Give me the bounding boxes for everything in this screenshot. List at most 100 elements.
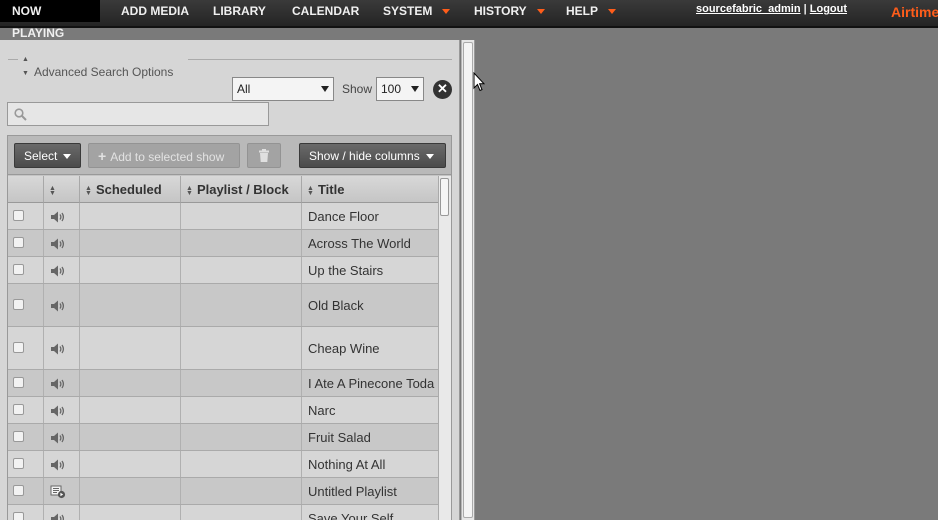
speaker-icon bbox=[51, 513, 65, 520]
nav-now-playing[interactable]: NOW PLAYING bbox=[0, 0, 100, 40]
select-button-label: Select bbox=[24, 149, 58, 163]
table-row[interactable]: Nothing At All bbox=[8, 451, 438, 478]
search-box[interactable] bbox=[7, 102, 269, 126]
row-checkbox[interactable] bbox=[13, 264, 24, 275]
column-header-type[interactable]: ▲ ▼ bbox=[44, 176, 80, 203]
mouse-cursor-icon bbox=[473, 72, 485, 92]
scheduled-cell bbox=[80, 327, 181, 369]
scheduled-cell bbox=[80, 478, 181, 504]
add-to-show-button[interactable]: + Add to selected show bbox=[88, 143, 240, 168]
sort-arrows-icon: ▲ ▼ bbox=[307, 184, 314, 197]
show-hide-columns-button[interactable]: Show / hide columns bbox=[299, 143, 446, 168]
close-icon[interactable]: ✕ bbox=[433, 80, 452, 99]
table-row[interactable]: Narc bbox=[8, 397, 438, 424]
advanced-search-label: Advanced Search Options bbox=[33, 65, 174, 79]
media-type-select[interactable]: All bbox=[232, 77, 334, 101]
chevron-down-icon bbox=[63, 154, 72, 160]
table-row[interactable]: Dance Floor bbox=[8, 203, 438, 230]
checkbox-cell bbox=[8, 370, 44, 396]
column-header-label: Title bbox=[317, 182, 345, 197]
column-header-playlist-block[interactable]: ▲ ▼ Playlist / Block bbox=[181, 176, 302, 203]
show-label: Show bbox=[342, 82, 373, 96]
checkbox-cell bbox=[8, 397, 44, 423]
checkbox-cell bbox=[8, 505, 44, 520]
chevron-down-icon bbox=[536, 9, 545, 15]
nav-add-media[interactable]: ADD MEDIA bbox=[121, 0, 189, 22]
nav-help-label: HELP bbox=[566, 4, 599, 18]
page-size-select-value: 100 bbox=[381, 82, 402, 96]
title-cell: Across The World bbox=[302, 230, 438, 256]
playlist-block-cell bbox=[181, 505, 302, 520]
table-row[interactable]: Fruit Salad bbox=[8, 424, 438, 451]
row-checkbox[interactable] bbox=[13, 404, 24, 415]
row-checkbox[interactable] bbox=[13, 458, 24, 469]
track-title: Cheap Wine bbox=[308, 341, 380, 356]
row-checkbox[interactable] bbox=[13, 512, 24, 520]
table-row[interactable]: Up the Stairs bbox=[8, 257, 438, 284]
table-row[interactable]: Untitled Playlist bbox=[8, 478, 438, 505]
nav-history-label: HISTORY bbox=[474, 4, 527, 18]
nav-library[interactable]: LIBRARY bbox=[213, 0, 266, 22]
user-area: sourcefabric_admin | Logout bbox=[696, 3, 847, 15]
playlist-block-cell bbox=[181, 397, 302, 423]
track-title: Across The World bbox=[308, 236, 411, 251]
playlist-block-cell bbox=[181, 327, 302, 369]
search-icon bbox=[14, 108, 27, 121]
row-checkbox[interactable] bbox=[13, 210, 24, 221]
track-title: Narc bbox=[308, 403, 336, 418]
logout-link[interactable]: Logout bbox=[810, 3, 847, 15]
title-cell: Fruit Salad bbox=[302, 424, 438, 450]
speaker-icon bbox=[51, 432, 65, 444]
table-row[interactable]: I Ate A Pinecone Toda bbox=[8, 370, 438, 397]
table-toolbar: Select + Add to selected show Show / hide… bbox=[8, 136, 451, 175]
row-checkbox[interactable] bbox=[13, 342, 24, 353]
scheduled-cell bbox=[80, 370, 181, 396]
table-row[interactable]: Across The World bbox=[8, 230, 438, 257]
library-table-container: Select + Add to selected show Show / hide… bbox=[7, 135, 452, 520]
column-header-checkbox[interactable] bbox=[8, 176, 44, 203]
user-separator: | bbox=[803, 3, 807, 15]
title-cell: Dance Floor bbox=[302, 203, 438, 229]
title-cell: Narc bbox=[302, 397, 438, 423]
nav-system[interactable]: SYSTEM bbox=[383, 0, 451, 22]
scrollbar-thumb[interactable] bbox=[440, 178, 449, 216]
nav-history[interactable]: HISTORY bbox=[474, 0, 545, 22]
row-checkbox[interactable] bbox=[13, 237, 24, 248]
scheduled-cell bbox=[80, 284, 181, 326]
row-checkbox[interactable] bbox=[13, 485, 24, 496]
scheduled-cell bbox=[80, 451, 181, 477]
row-checkbox[interactable] bbox=[13, 299, 24, 310]
delete-button[interactable] bbox=[247, 143, 281, 168]
scrollbar-thumb[interactable] bbox=[463, 42, 473, 518]
nav-help[interactable]: HELP bbox=[566, 0, 617, 22]
speaker-icon bbox=[51, 459, 65, 471]
table-row[interactable]: Old Black bbox=[8, 284, 438, 327]
advanced-search-label-wrap: ▲ ▼ Advanced Search Options bbox=[22, 51, 173, 79]
table-row[interactable]: Cheap Wine bbox=[8, 327, 438, 370]
playlist-block-cell bbox=[181, 478, 302, 504]
checkbox-cell bbox=[8, 478, 44, 504]
track-title: Dance Floor bbox=[308, 209, 379, 224]
row-checkbox[interactable] bbox=[13, 377, 24, 388]
scheduled-cell bbox=[80, 203, 181, 229]
select-button[interactable]: Select bbox=[14, 143, 81, 168]
plus-icon: + bbox=[98, 148, 107, 164]
table-row[interactable]: Save Your Self bbox=[8, 505, 438, 520]
checkbox-cell bbox=[8, 284, 44, 326]
table-scrollbar[interactable] bbox=[438, 176, 451, 520]
chevron-down-icon bbox=[425, 154, 434, 160]
checkbox-cell bbox=[8, 230, 44, 256]
scheduled-cell bbox=[80, 505, 181, 520]
nav-calendar[interactable]: CALENDAR bbox=[292, 0, 359, 22]
column-header-scheduled[interactable]: ▲ ▼ Scheduled bbox=[80, 176, 181, 203]
search-input[interactable] bbox=[32, 104, 262, 124]
page-size-select[interactable]: 100 bbox=[376, 77, 424, 101]
panel-scrollbar[interactable] bbox=[461, 40, 475, 520]
airtime-logo: Airtime bbox=[891, 4, 938, 20]
advanced-search-toggle[interactable]: ▲ ▼ Advanced Search Options bbox=[8, 51, 452, 79]
column-header-title[interactable]: ▲ ▼ Title bbox=[302, 176, 438, 203]
column-header-label: Playlist / Block bbox=[196, 182, 289, 197]
show-hide-columns-label: Show / hide columns bbox=[309, 149, 420, 163]
user-link[interactable]: sourcefabric_admin bbox=[696, 3, 801, 15]
row-checkbox[interactable] bbox=[13, 431, 24, 442]
